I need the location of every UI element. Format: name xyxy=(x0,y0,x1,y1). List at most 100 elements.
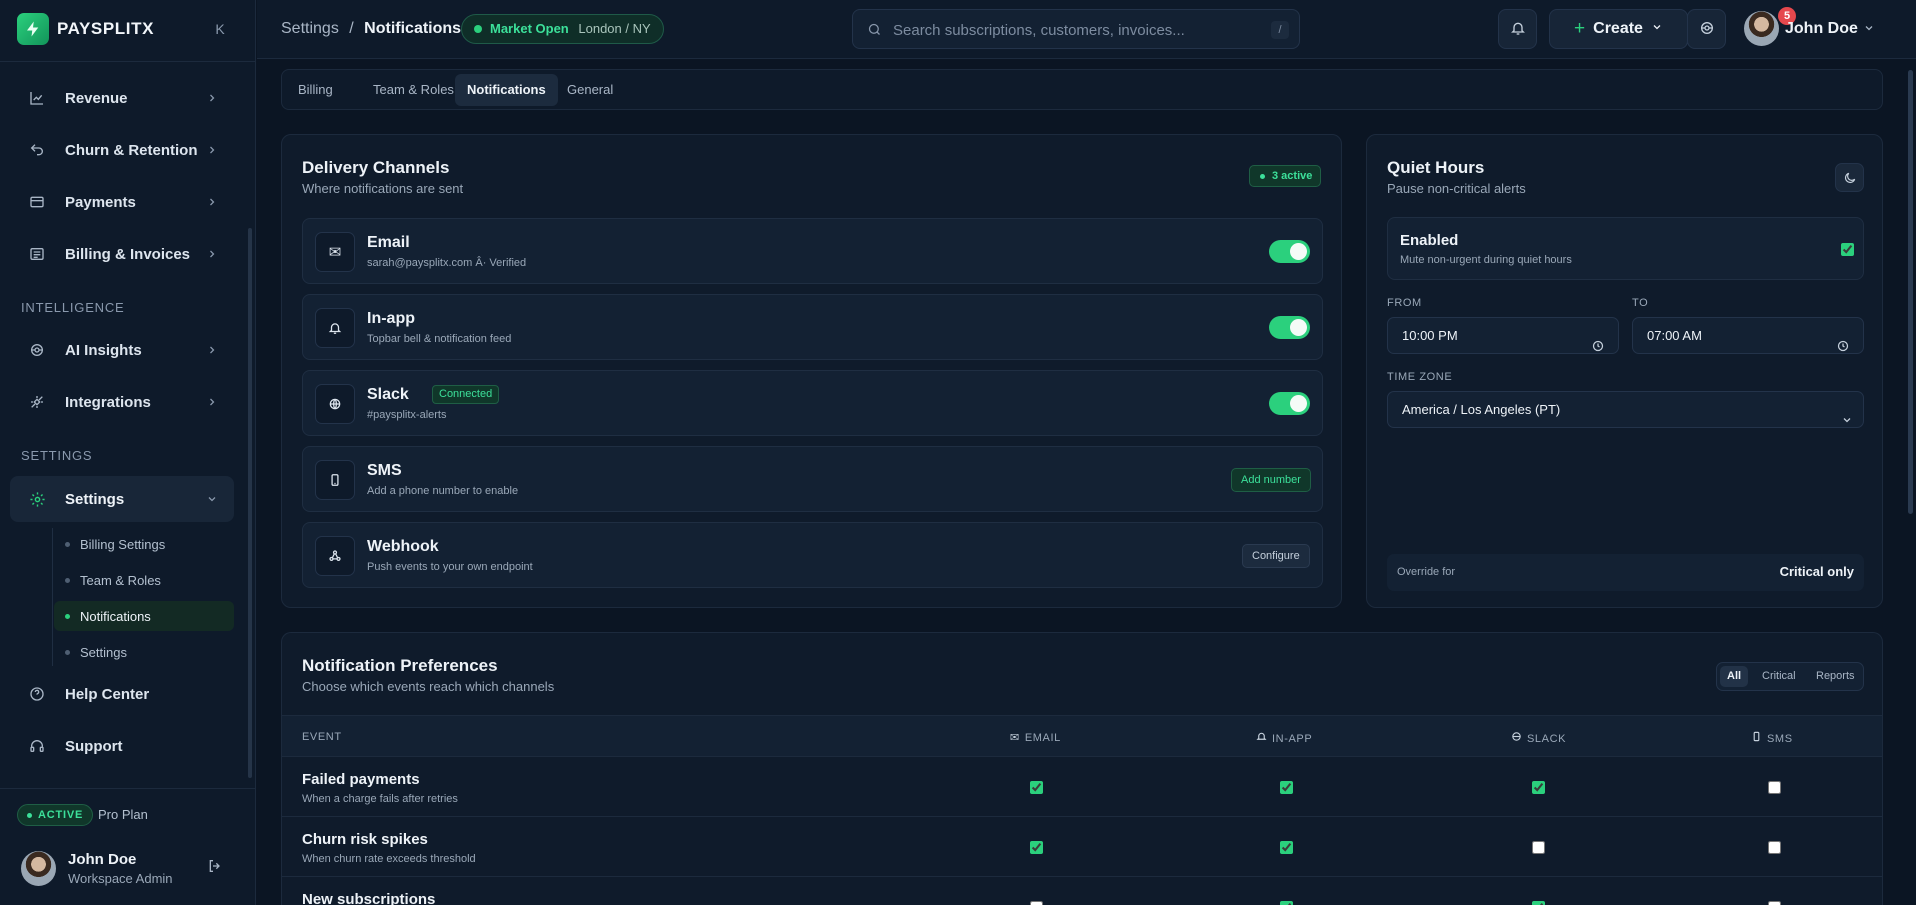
credit-card-icon xyxy=(28,193,46,211)
sidebar-subitem-notifications[interactable]: Notifications xyxy=(54,601,234,631)
quiet-hours-card: Quiet Hours Pause non-critical alerts En… xyxy=(1366,134,1883,608)
from-label: FROM xyxy=(1387,297,1422,309)
search-input[interactable] xyxy=(893,20,1253,40)
sms-checkbox[interactable] xyxy=(1768,781,1781,794)
status-badge: ACTIVE xyxy=(17,804,94,826)
event-name: Churn risk spikes xyxy=(302,831,428,848)
channel-name: Webhook xyxy=(367,538,439,555)
email-checkbox[interactable] xyxy=(1030,841,1043,854)
chevron-right-icon xyxy=(206,343,218,360)
tab-billing[interactable]: Billing xyxy=(286,74,345,106)
chevron-down-icon xyxy=(206,492,218,509)
sidebar-subitem-team-roles[interactable]: Team & Roles xyxy=(54,565,234,595)
collapse-sidebar-button[interactable]: K xyxy=(210,18,230,40)
sidebar-item-help-center[interactable]: Help Center xyxy=(10,672,234,716)
create-button[interactable]: + Create xyxy=(1549,9,1688,49)
sidebar-item-payments[interactable]: Payments xyxy=(10,180,234,224)
column-slack: SLACK xyxy=(1511,731,1566,745)
sidebar-item-settings[interactable]: Settings xyxy=(10,476,234,522)
in-app-checkbox[interactable] xyxy=(1280,781,1293,794)
sms-checkbox[interactable] xyxy=(1768,841,1781,854)
slack-checkbox[interactable] xyxy=(1532,841,1545,854)
subitem-label: Billing Settings xyxy=(80,536,166,552)
tab-general[interactable]: General xyxy=(555,74,625,106)
email-checkbox[interactable] xyxy=(1030,901,1043,905)
column-in-app: IN-APP xyxy=(1256,731,1312,745)
enabled-checkbox[interactable] xyxy=(1841,243,1854,256)
sidebar-item-ai-insights[interactable]: AI Insights xyxy=(10,328,234,372)
avatar[interactable] xyxy=(21,851,56,886)
email-toggle[interactable] xyxy=(1269,240,1310,263)
column-event: EVENT xyxy=(302,731,342,743)
slack-checkbox[interactable] xyxy=(1532,901,1545,905)
clock-icon xyxy=(1592,330,1604,365)
divider xyxy=(0,61,256,62)
bullet-icon xyxy=(65,542,70,547)
filter-critical[interactable]: Critical xyxy=(1755,666,1803,687)
channel-name: SMS xyxy=(367,462,402,479)
channel-sms: SMS Add a phone number to enable Add num… xyxy=(302,446,1323,512)
subitem-label: Notifications xyxy=(80,608,151,624)
ai-assistant-button[interactable] xyxy=(1687,9,1726,49)
avatar[interactable] xyxy=(1744,11,1779,46)
sidebar-scrollbar[interactable] xyxy=(248,228,252,778)
sidebar-item-label: Revenue xyxy=(65,89,128,107)
brand[interactable]: PAYSPLITX xyxy=(17,13,154,45)
in-app-checkbox[interactable] xyxy=(1280,901,1293,905)
timezone-label: TIME ZONE xyxy=(1387,371,1453,383)
slack-icon xyxy=(1511,732,1522,745)
email-checkbox[interactable] xyxy=(1030,781,1043,794)
filter-reports[interactable]: Reports xyxy=(1809,666,1862,687)
override-value[interactable]: Critical only xyxy=(1780,564,1854,579)
sidebar-item-revenue[interactable]: Revenue xyxy=(10,76,234,120)
channel-name: Slack xyxy=(367,386,409,403)
slack-toggle[interactable] xyxy=(1269,392,1310,415)
breadcrumb: Settings / Notifications xyxy=(281,20,461,38)
chevron-down-icon[interactable] xyxy=(1863,21,1875,37)
configure-button[interactable]: Configure xyxy=(1242,544,1310,568)
connected-badge: Connected xyxy=(432,385,500,404)
bullet-icon xyxy=(65,650,70,655)
sidebar-item-support[interactable]: Support xyxy=(10,724,234,768)
bullet-icon xyxy=(65,578,70,583)
quiet-hours-enabled: Enabled Mute non-urgent during quiet hou… xyxy=(1387,217,1864,280)
tab-notifications[interactable]: Notifications xyxy=(455,74,558,106)
active-count-badge: 3 active xyxy=(1249,165,1322,187)
gear-icon xyxy=(28,490,46,508)
tab-team-roles[interactable]: Team & Roles xyxy=(361,74,466,106)
sidebar-item-billing[interactable]: Billing & Invoices xyxy=(10,232,234,276)
sidebar-subitem-billing-settings[interactable]: Billing Settings xyxy=(54,529,234,559)
logout-icon[interactable] xyxy=(207,858,223,877)
enabled-title: Enabled xyxy=(1400,232,1459,249)
in-app-checkbox[interactable] xyxy=(1280,841,1293,854)
add-number-button[interactable]: Add number xyxy=(1231,468,1311,492)
channel-desc: #paysplitx-alerts xyxy=(367,409,447,421)
channel-name: Email xyxy=(367,234,410,251)
sidebar-item-churn[interactable]: Churn & Retention xyxy=(10,128,234,172)
chevron-right-icon xyxy=(206,195,218,212)
filter-all[interactable]: All xyxy=(1720,666,1749,687)
card-subtitle: Where notifications are sent xyxy=(302,181,464,196)
sidebar-item-integrations[interactable]: Integrations xyxy=(10,380,234,424)
user-name[interactable]: John Doe xyxy=(1785,20,1858,38)
chart-line-icon xyxy=(28,89,46,107)
breadcrumb-parent[interactable]: Settings xyxy=(281,20,339,37)
sidebar-item-label: Settings xyxy=(65,490,125,508)
in-app-toggle[interactable] xyxy=(1269,316,1310,339)
slack-checkbox[interactable] xyxy=(1532,781,1545,794)
timezone-select[interactable]: America / Los Angeles (PT) xyxy=(1387,391,1864,428)
from-time-input[interactable]: 10:00 PM xyxy=(1387,317,1619,354)
sms-checkbox[interactable] xyxy=(1768,901,1781,905)
logo-icon xyxy=(17,13,49,45)
channel-desc: sarah@paysplitx.com Â· Verified xyxy=(367,257,527,269)
to-time-input[interactable]: 07:00 AM xyxy=(1632,317,1864,354)
moon-icon[interactable] xyxy=(1835,163,1864,192)
main-scrollbar[interactable] xyxy=(1908,70,1913,514)
plan-name: Pro Plan xyxy=(98,807,148,822)
notifications-button[interactable] xyxy=(1498,9,1537,49)
topbar: Settings / Notifications Market Open Lon… xyxy=(257,0,1916,59)
sidebar-subitem-settings[interactable]: Settings xyxy=(54,637,234,667)
phone-icon xyxy=(1751,731,1762,745)
active-count-label: 3 active xyxy=(1272,170,1313,182)
settings-tabs: Billing Team & Roles Notifications Gener… xyxy=(281,69,1883,110)
